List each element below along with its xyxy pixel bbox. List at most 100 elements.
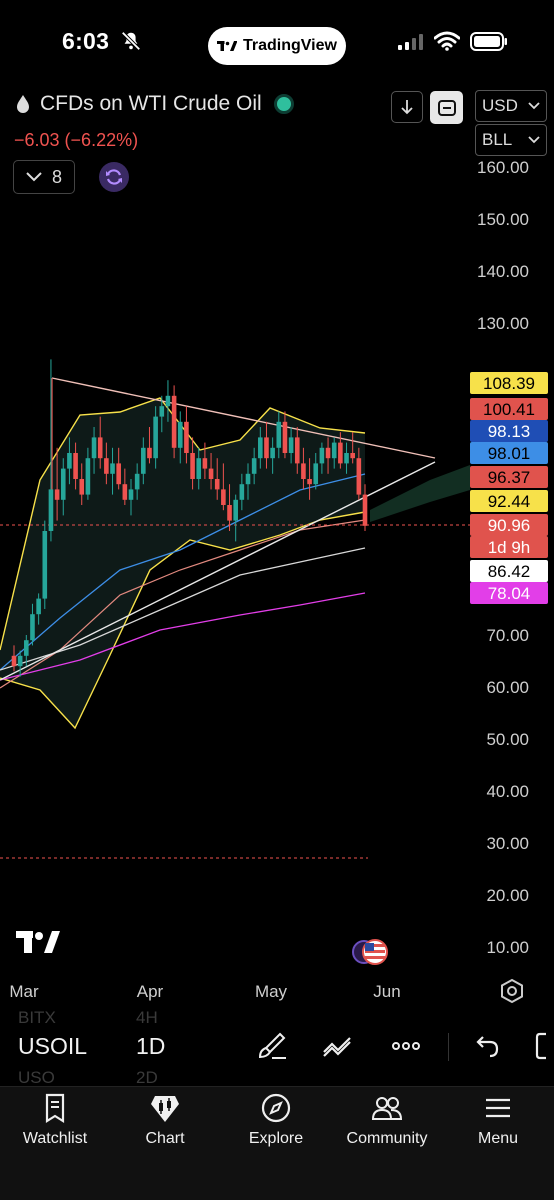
candle-body <box>258 437 263 459</box>
candle-body <box>344 453 349 464</box>
fullscreen-icon[interactable] <box>534 1030 554 1062</box>
candle-body <box>313 463 319 485</box>
candle-body <box>282 421 288 453</box>
candle-body <box>307 479 312 485</box>
candle-body <box>301 463 306 479</box>
candle-body <box>141 447 146 474</box>
status-bar: 6:03 TradingView <box>0 0 554 86</box>
us-flag-event-icon[interactable] <box>351 938 389 966</box>
tab-label: Explore <box>248 1130 304 1147</box>
symbol-picker[interactable]: USOIL <box>18 1033 87 1060</box>
price-change: −6.03 (−6.22%) <box>14 130 139 150</box>
chevron-down-icon <box>528 136 540 144</box>
candle-body <box>338 442 343 464</box>
candle-body <box>24 640 29 656</box>
arrow-down-icon <box>401 100 413 115</box>
menu-icon <box>486 1098 510 1118</box>
cloud-projection <box>370 465 470 522</box>
candle-body <box>264 437 269 459</box>
price-tick-label: 30.00 <box>486 834 529 853</box>
price-tick-label: 70.00 <box>486 626 529 645</box>
tradingview-pill[interactable]: TradingView <box>208 27 346 65</box>
tab-community[interactable]: Community <box>332 1092 442 1148</box>
bell-slash-icon <box>121 31 141 51</box>
status-time: 6:03 <box>62 28 110 54</box>
candle-body <box>251 458 257 474</box>
ghost-symbol-below: USO <box>18 1068 55 1087</box>
candle-body <box>239 484 245 500</box>
candle-body <box>165 395 171 407</box>
price-tick-label: 140.00 <box>477 262 529 281</box>
tab-menu[interactable]: Menu <box>443 1092 553 1148</box>
chart-settings-icon[interactable] <box>499 978 525 1004</box>
price-label-text: 1d 9h <box>488 538 531 557</box>
candle-body <box>48 489 54 531</box>
candle-body <box>79 479 85 495</box>
price-tick-label: 20.00 <box>486 886 529 905</box>
undo-icon[interactable] <box>470 1030 502 1062</box>
tradingview-logo-icon <box>16 931 60 953</box>
currency-value: USD <box>482 96 518 115</box>
tab-label: Menu <box>477 1130 519 1147</box>
unit-value: BLL <box>482 130 513 149</box>
candle-body <box>60 468 66 500</box>
time-tick-label: Apr <box>137 982 164 1001</box>
candle-body <box>73 453 78 479</box>
drawing-tools-icon[interactable] <box>322 1030 354 1062</box>
symbol-header[interactable]: CFDs on WTI Crude Oil <box>14 92 294 116</box>
price-chart[interactable]: 160.00 150.00 140.00 130.00 70.00 60.00 50.00 4… <box>0 150 554 1010</box>
candle-body <box>91 437 97 459</box>
price-label-text: 98.01 <box>488 444 531 463</box>
chart-icon <box>151 1096 179 1122</box>
price-labels: 108.39 100.41 98.13 98.01 96.37 92.44 90.96 1d … <box>470 372 548 604</box>
ghost-symbol-above: BITX <box>18 1008 56 1027</box>
chevron-down-icon <box>528 102 540 110</box>
candle-body <box>202 458 208 469</box>
candle-body <box>270 447 275 459</box>
candle-body <box>104 458 109 474</box>
ghost-interval-above: 4H <box>136 1008 158 1027</box>
candle-body <box>30 614 35 641</box>
candle-body <box>276 421 282 448</box>
tradingview-logo-icon <box>217 41 238 51</box>
scroll-to-realtime-button[interactable] <box>391 91 423 123</box>
ghost-interval-below: 2D <box>136 1068 158 1087</box>
more-options-icon[interactable] <box>390 1030 422 1062</box>
price-tick-label: 50.00 <box>486 730 529 749</box>
pill-label: TradingView <box>243 37 337 54</box>
candle-body <box>233 499 238 521</box>
price-tick-label: 60.00 <box>486 678 529 697</box>
fit-screen-button[interactable] <box>430 91 463 124</box>
candle-body <box>190 453 195 479</box>
currency-select[interactable]: USD <box>475 90 547 122</box>
price-tick-label: 10.00 <box>486 938 529 957</box>
wifi-icon <box>434 31 460 51</box>
tab-chart[interactable]: Chart <box>110 1092 220 1148</box>
candle-body <box>97 437 103 459</box>
candle-body <box>11 655 17 667</box>
price-label-text: 96.37 <box>488 468 531 487</box>
candle-body <box>196 458 202 479</box>
compass-icon <box>261 1093 291 1123</box>
candle-body <box>67 453 72 469</box>
tab-watchlist[interactable]: Watchlist <box>0 1092 110 1148</box>
candle-body <box>221 489 226 505</box>
battery-icon <box>470 32 507 51</box>
instrument-title: CFDs on WTI Crude Oil <box>40 92 262 115</box>
price-label-text: 100.41 <box>483 400 535 419</box>
candle-body <box>171 395 177 448</box>
price-label-text: 98.13 <box>488 422 531 441</box>
candle-body <box>294 437 300 464</box>
candle-body <box>85 458 91 495</box>
candle-body <box>350 453 355 459</box>
candle-body <box>288 437 294 453</box>
time-axis: Mar Apr May Jun <box>9 982 400 1001</box>
price-label-text: 78.04 <box>488 584 531 603</box>
interval-picker[interactable]: 1D <box>136 1033 165 1060</box>
candle-body <box>54 489 60 500</box>
candle-body <box>122 484 128 500</box>
tab-explore[interactable]: Explore <box>221 1092 331 1148</box>
brush-icon[interactable] <box>256 1030 288 1062</box>
watchlist-icon <box>45 1093 65 1123</box>
price-label-text: 86.42 <box>488 562 531 581</box>
